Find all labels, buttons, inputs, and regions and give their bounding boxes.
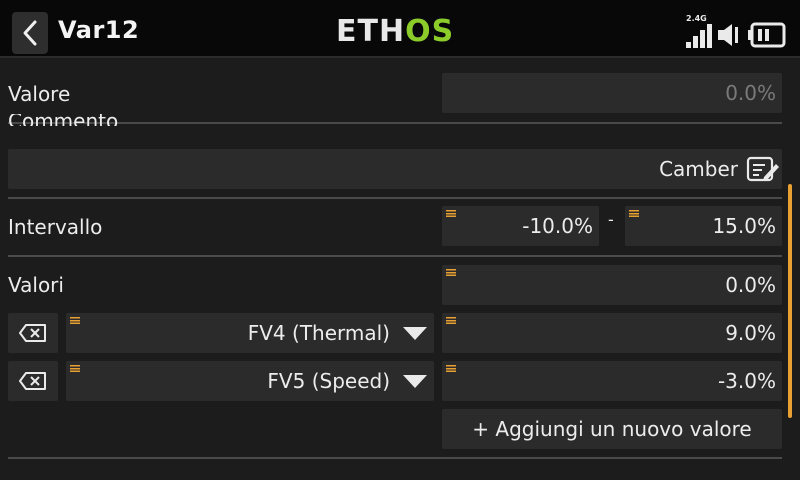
edit-icon bbox=[746, 156, 779, 182]
signal-icon: 2.4G bbox=[686, 14, 712, 48]
editable-marker-icon bbox=[446, 317, 456, 324]
comment-field[interactable]: Camber bbox=[8, 149, 782, 189]
ethos-logo: ETHOS bbox=[336, 14, 455, 49]
top-bar: Var12 ETHOS 2.4G bbox=[0, 0, 800, 58]
intervallo-label: Intervallo bbox=[8, 215, 103, 239]
divider bbox=[8, 255, 782, 257]
back-chevron-icon bbox=[23, 20, 37, 46]
page-title: Var12 bbox=[58, 16, 140, 44]
delete-value-button[interactable] bbox=[8, 313, 58, 353]
editable-marker-icon bbox=[70, 365, 80, 372]
divider bbox=[8, 122, 782, 124]
editable-marker-icon bbox=[629, 210, 639, 217]
comment-value: Camber bbox=[659, 157, 738, 181]
editable-marker-icon bbox=[446, 210, 456, 217]
value-source-label: FV4 (Thermal) bbox=[247, 321, 390, 345]
editable-marker-icon bbox=[446, 269, 456, 276]
intervallo-min-field[interactable]: -10.0% bbox=[442, 206, 599, 246]
value-source-label: FV5 (Speed) bbox=[267, 369, 390, 393]
scrollbar[interactable] bbox=[788, 184, 792, 418]
intervallo-max-field[interactable]: 15.0% bbox=[625, 206, 782, 246]
dropdown-caret-icon bbox=[403, 327, 427, 340]
dropdown-caret-icon bbox=[403, 375, 427, 388]
valori-label: Valori bbox=[8, 273, 64, 297]
valori-default-value: 0.0% bbox=[725, 273, 776, 297]
status-icons: 2.4G bbox=[686, 14, 786, 48]
valore-label: Valore bbox=[8, 82, 71, 106]
value-source-select[interactable]: FV4 (Thermal) bbox=[66, 313, 434, 353]
range-separator: - bbox=[608, 210, 614, 229]
value-amount: -3.0% bbox=[717, 369, 776, 393]
editable-marker-icon bbox=[70, 317, 80, 324]
commento-label: Commento bbox=[8, 114, 119, 126]
divider bbox=[8, 457, 782, 459]
valore-field[interactable]: 0.0% bbox=[442, 73, 782, 113]
delete-icon bbox=[19, 324, 46, 342]
value-field[interactable]: -3.0% bbox=[442, 361, 782, 401]
battery-icon bbox=[748, 22, 786, 48]
value-field[interactable]: 9.0% bbox=[442, 313, 782, 353]
radio-band-label: 2.4G bbox=[686, 14, 707, 23]
back-button[interactable] bbox=[12, 12, 48, 54]
value-amount: 9.0% bbox=[725, 321, 776, 345]
intervallo-min-value: -10.0% bbox=[522, 214, 593, 238]
intervallo-max-value: 15.0% bbox=[712, 214, 776, 238]
add-value-button[interactable]: + Aggiungi un nuovo valore bbox=[442, 409, 782, 449]
sound-icon bbox=[718, 24, 738, 46]
value-source-select[interactable]: FV5 (Speed) bbox=[66, 361, 434, 401]
divider bbox=[8, 197, 782, 199]
valore-value: 0.0% bbox=[725, 81, 776, 105]
editable-marker-icon bbox=[446, 365, 456, 372]
valori-default-field[interactable]: 0.0% bbox=[442, 265, 782, 305]
delete-value-button[interactable] bbox=[8, 361, 58, 401]
delete-icon bbox=[19, 372, 46, 390]
